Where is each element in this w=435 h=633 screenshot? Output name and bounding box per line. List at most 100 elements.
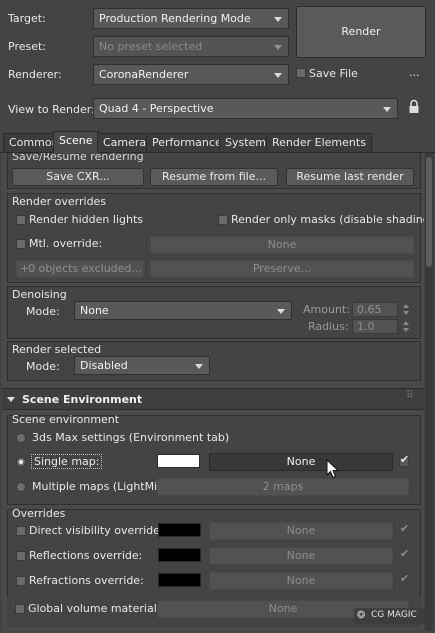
radio-3dsmax-settings[interactable] (16, 433, 26, 443)
tab-system[interactable]: System (219, 133, 273, 152)
renderer-dropdown[interactable]: CoronaRenderer (93, 64, 289, 85)
tab-camera[interactable]: Camera (97, 133, 153, 152)
save-cxr-button[interactable]: Save CXR... (12, 168, 144, 186)
chevron-down-icon (274, 73, 282, 78)
render-only-masks-checkbox[interactable] (218, 215, 228, 225)
single-map-slot[interactable]: None (209, 453, 393, 471)
view-to-render-label: View to Render: (8, 103, 95, 116)
denoising-mode-value: None (80, 304, 109, 317)
global-volume-label: Global volume material: (28, 602, 161, 615)
radio-3dsmax-settings-label: 3ds Max settings (Environment tab) (32, 431, 230, 444)
reflections-map-slot[interactable]: None (209, 547, 393, 565)
amount-spinner-arrows-icon[interactable] (402, 302, 410, 317)
direct-visibility-checkbox[interactable] (16, 526, 26, 536)
scene-environment-rollout-header[interactable]: Scene Environment ⠿ (2, 388, 424, 410)
reflections-color-swatch[interactable] (158, 548, 201, 562)
radius-spinner[interactable]: 1.0 (352, 319, 398, 334)
save-resume-group: Save/Resume rendering Save CXR... Resume… (7, 153, 421, 189)
chevron-down-icon (274, 45, 282, 50)
chevron-down-icon (274, 17, 282, 22)
checkmark-icon[interactable]: ✔ (400, 547, 409, 560)
radio-single-map-label: Single map: (31, 454, 103, 469)
radio-multiple-maps-label: Multiple maps (LightMix): (32, 480, 172, 493)
scene-environment-rollout-title: Scene Environment (22, 393, 143, 406)
render-selected-mode-dropdown[interactable]: Disabled (74, 356, 210, 375)
tab-scene[interactable]: Scene (53, 131, 99, 153)
collapse-icon (7, 397, 15, 402)
scrollbar-track[interactable] (425, 153, 433, 631)
view-to-render-value: Quad 4 - Perspective (99, 102, 214, 115)
lock-icon[interactable] (408, 99, 420, 115)
radius-spinner-arrows-icon[interactable] (402, 319, 410, 334)
render-selected-group: Render selected Mode: Disabled (7, 341, 421, 381)
save-resume-title: Save/Resume rendering (12, 153, 144, 163)
multiple-maps-button[interactable]: 2 maps (157, 478, 409, 496)
target-dropdown[interactable]: Production Rendering Mode (93, 8, 289, 29)
direct-visibility-map-slot[interactable]: None (209, 522, 393, 540)
watermark: ❂ CG MAGIC (354, 608, 426, 624)
render-hidden-lights-checkbox[interactable] (16, 215, 26, 225)
more-options-button[interactable]: ... (409, 66, 420, 79)
mtl-override-checkbox[interactable] (16, 239, 26, 249)
denoising-title: Denoising (12, 288, 67, 301)
settings-panel: Save/Resume rendering Save CXR... Resume… (2, 153, 424, 631)
checkmark-icon[interactable]: ✔ (400, 572, 409, 585)
watermark-text: CG MAGIC (371, 610, 417, 620)
preset-label: Preset: (8, 40, 47, 53)
render-overrides-group: Render overrides Render hidden lights Re… (7, 193, 424, 283)
renderer-label: Renderer: (8, 68, 62, 81)
mouse-cursor-icon (326, 458, 340, 479)
preset-value: No preset selected (99, 40, 203, 53)
overrides-title: Overrides (12, 507, 66, 520)
radius-label: Radius: (308, 320, 349, 333)
render-button[interactable]: Render (296, 6, 426, 58)
render-hidden-lights-label: Render hidden lights (29, 213, 143, 226)
reflections-override-label: Reflections override: (29, 549, 143, 562)
refractions-map-slot[interactable]: None (209, 572, 393, 590)
save-file-label: Save File (309, 67, 358, 80)
scene-environment-title: Scene environment (12, 413, 120, 426)
plus-icon: + (20, 262, 30, 275)
scene-environment-group: Scene environment 3ds Max settings (Envi… (7, 413, 421, 505)
amount-spinner[interactable]: 0.65 (352, 302, 398, 317)
preserve-button[interactable]: Preserve... (150, 260, 414, 278)
overrides-group: Overrides Direct visibility override: No… (7, 507, 421, 599)
direct-visibility-color-swatch[interactable] (158, 523, 201, 537)
radio-single-map[interactable] (16, 457, 26, 467)
amount-label: Amount: (303, 303, 350, 316)
mtl-override-slot[interactable]: None (150, 236, 414, 254)
checkmark-icon[interactable]: ✔ (400, 522, 409, 535)
preset-dropdown[interactable]: No preset selected (93, 36, 289, 57)
chevron-down-icon (383, 107, 391, 112)
resume-last-render-button[interactable]: Resume last render (286, 168, 414, 186)
target-label: Target: (8, 12, 46, 25)
renderer-value: CoronaRenderer (99, 68, 189, 81)
watermark-logo-icon: ❂ (357, 610, 366, 621)
target-value: Production Rendering Mode (99, 12, 251, 25)
refractions-color-swatch[interactable] (158, 573, 201, 587)
objects-excluded-label: 0 objects excluded... (28, 262, 142, 275)
drag-handle-icon[interactable]: ⠿ (406, 390, 413, 401)
global-volume-checkbox[interactable] (15, 604, 25, 614)
direct-visibility-label: Direct visibility override: (29, 524, 164, 537)
render-selected-mode-value: Disabled (80, 359, 128, 372)
render-only-masks-label: Render only masks (disable shading) (231, 213, 424, 226)
tab-render-elements[interactable]: Render Elements (266, 133, 372, 152)
single-map-color-swatch[interactable] (157, 454, 200, 468)
refractions-override-checkbox[interactable] (16, 576, 26, 586)
mtl-override-label: Mtl. override: (29, 237, 103, 250)
chevron-down-icon (277, 309, 285, 314)
objects-excluded-button[interactable]: + 0 objects excluded... (16, 260, 144, 278)
denoising-mode-dropdown[interactable]: None (74, 301, 292, 320)
tab-performance[interactable]: Performance (146, 133, 228, 152)
view-to-render-dropdown[interactable]: Quad 4 - Perspective (93, 98, 398, 119)
checkmark-icon: ✔ (400, 453, 410, 466)
radio-multiple-maps[interactable] (16, 482, 26, 492)
scrollbar-thumb[interactable] (426, 157, 432, 267)
denoising-group: Denoising Mode: None Amount: 0.65 Radius… (7, 286, 421, 339)
render-selected-title: Render selected (12, 343, 102, 356)
resume-from-file-button[interactable]: Resume from file... (150, 168, 278, 186)
denoising-mode-label: Mode: (26, 305, 60, 318)
reflections-override-checkbox[interactable] (16, 551, 26, 561)
save-file-checkbox[interactable] (296, 68, 306, 78)
